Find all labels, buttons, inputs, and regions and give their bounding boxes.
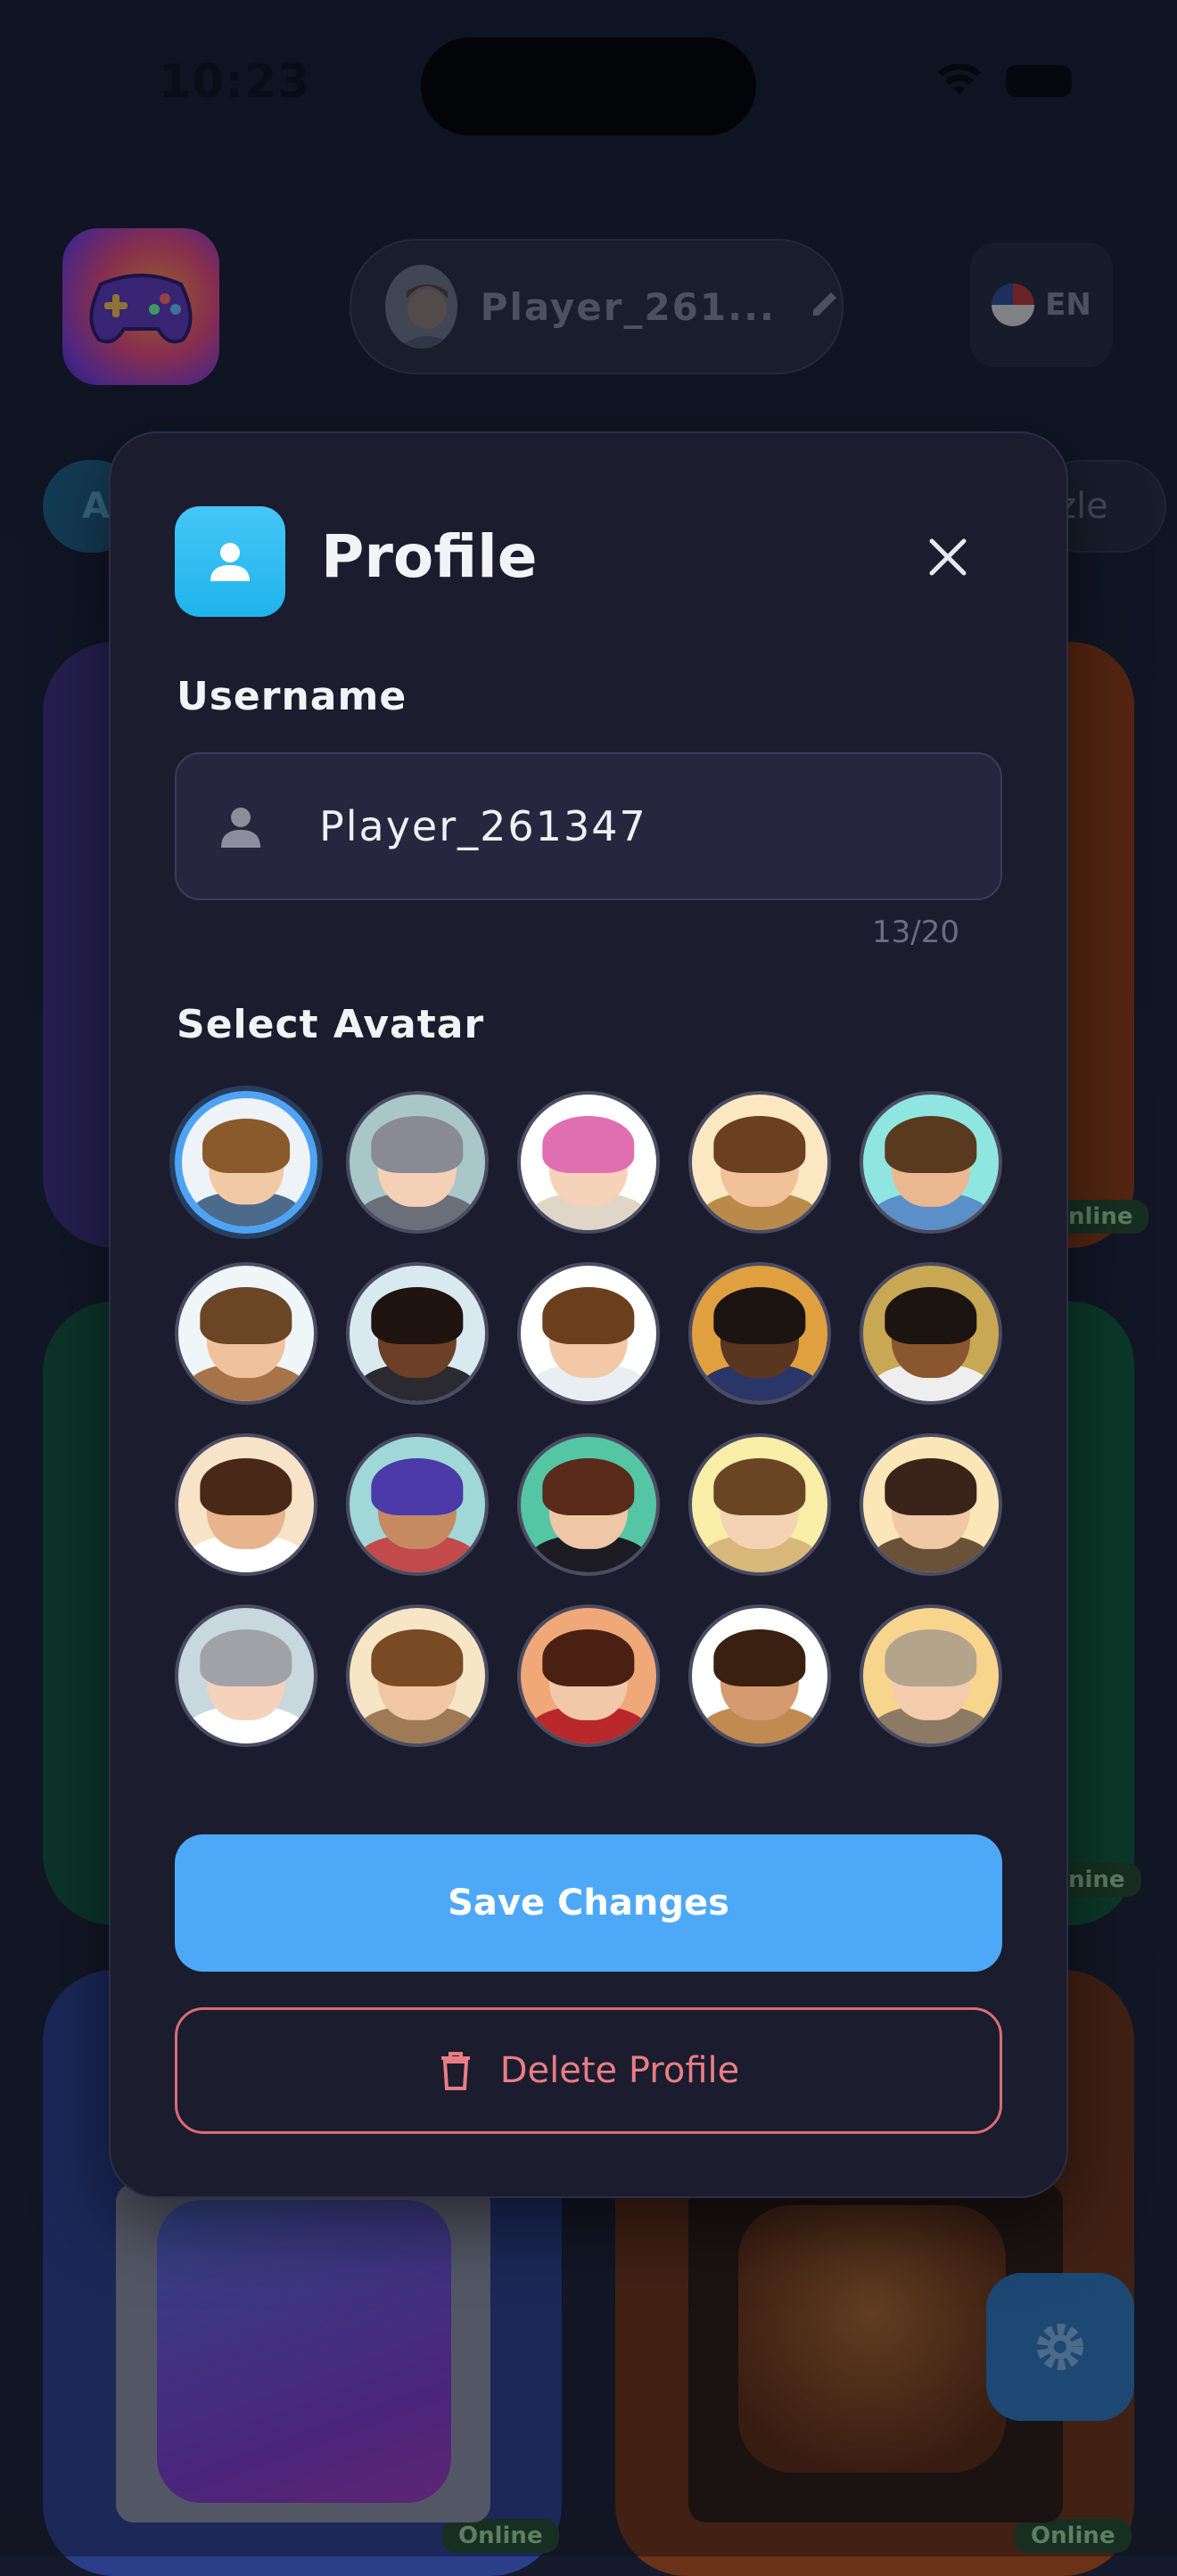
avatar-hair <box>885 1287 977 1345</box>
avatar-option[interactable] <box>860 1433 1002 1576</box>
person-icon <box>175 506 285 617</box>
avatar-option[interactable] <box>346 1433 489 1576</box>
avatar-hair <box>200 1458 292 1516</box>
avatar-hair <box>713 1116 806 1174</box>
username-input[interactable] <box>317 801 945 851</box>
avatar-option[interactable] <box>517 1091 660 1234</box>
modal-title: Profile <box>321 522 538 591</box>
avatar-option[interactable] <box>860 1262 1002 1405</box>
person-icon <box>216 801 266 851</box>
save-changes-button[interactable]: Save Changes <box>175 1834 1002 1972</box>
avatar-hair <box>713 1629 806 1687</box>
delete-profile-button[interactable]: Delete Profile <box>175 2007 1002 2134</box>
avatar-option[interactable] <box>688 1262 831 1405</box>
avatar-option[interactable] <box>175 1262 317 1405</box>
avatar-hair <box>371 1458 464 1516</box>
username-label: Username <box>177 674 407 719</box>
avatar-option[interactable] <box>346 1091 489 1234</box>
avatar-hair <box>713 1287 806 1345</box>
close-icon <box>929 538 967 576</box>
avatar-hair <box>885 1458 977 1516</box>
avatar-option[interactable] <box>688 1604 831 1747</box>
avatar-hair <box>713 1458 806 1516</box>
avatar-hair <box>200 1629 292 1687</box>
avatar-option[interactable] <box>517 1604 660 1747</box>
delete-profile-label: Delete Profile <box>499 2050 740 2091</box>
avatar-hair <box>200 1287 292 1345</box>
avatar-option[interactable] <box>175 1091 317 1234</box>
avatar-option[interactable] <box>517 1433 660 1576</box>
avatar-hair <box>371 1116 464 1174</box>
avatar-option[interactable] <box>517 1262 660 1405</box>
close-button[interactable] <box>910 519 986 595</box>
avatar-hair <box>371 1287 464 1345</box>
avatar-option[interactable] <box>860 1091 1002 1234</box>
avatar-hair <box>885 1629 977 1687</box>
avatar-option[interactable] <box>175 1433 317 1576</box>
profile-modal: Profile Username 13/20 Select Avatar Sav… <box>109 431 1068 2198</box>
avatar-hair <box>542 1458 635 1516</box>
avatar-option[interactable] <box>860 1604 1002 1747</box>
avatar-option[interactable] <box>346 1262 489 1405</box>
avatar-hair <box>371 1629 464 1687</box>
avatar-hair <box>542 1629 635 1687</box>
avatar-option[interactable] <box>688 1091 831 1234</box>
avatar-grid <box>175 1091 1004 1747</box>
char-counter: 13/20 <box>872 915 959 950</box>
avatar-option[interactable] <box>346 1604 489 1747</box>
avatar-option[interactable] <box>688 1433 831 1576</box>
select-avatar-label: Select Avatar <box>177 1002 485 1047</box>
avatar-hair <box>542 1287 635 1345</box>
avatar-option[interactable] <box>175 1604 317 1747</box>
avatar-hair <box>202 1119 290 1173</box>
username-field[interactable] <box>175 752 1002 900</box>
avatar-hair <box>542 1116 635 1174</box>
trash-icon <box>440 2052 470 2090</box>
avatar-hair <box>885 1116 977 1174</box>
